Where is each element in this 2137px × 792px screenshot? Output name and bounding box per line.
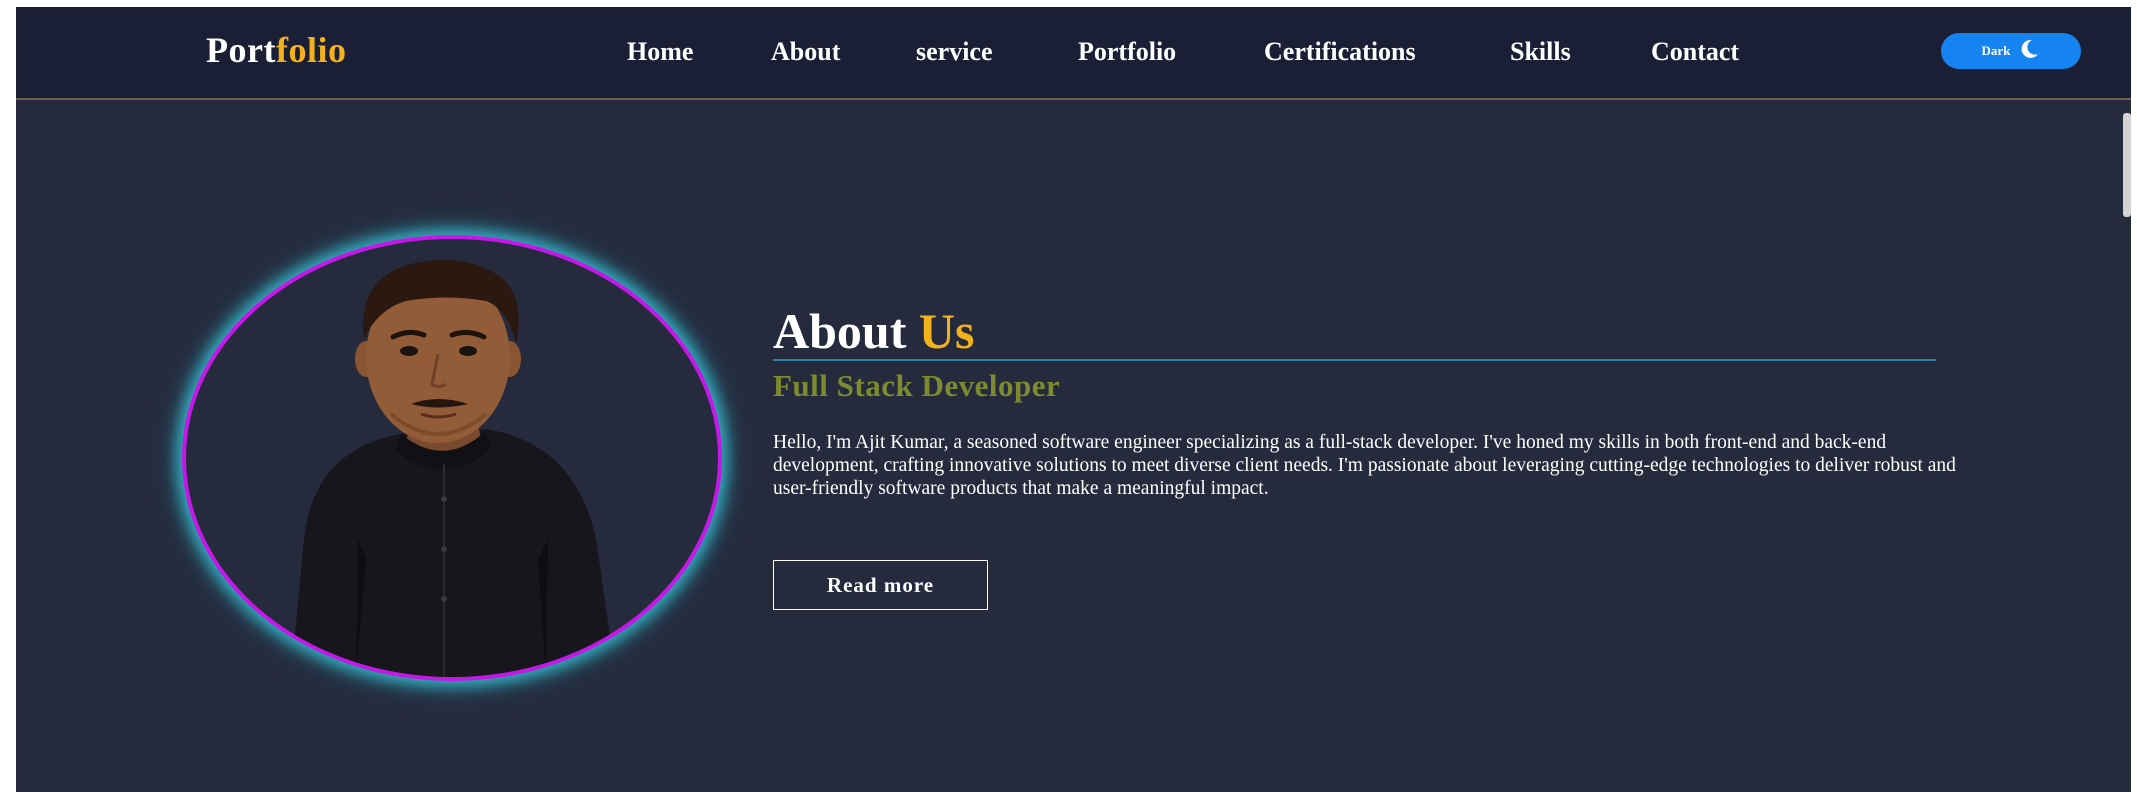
about-title-accent-word: Us — [918, 303, 975, 359]
about-bio: Hello, I'm Ajit Kumar, a seasoned softwa… — [773, 432, 1956, 499]
about-subtitle: Full Stack Developer — [773, 368, 1061, 403]
nav-link-certifications[interactable]: Certifications — [1264, 37, 1416, 67]
profile-photo — [182, 235, 722, 681]
title-divider — [773, 359, 1936, 361]
dark-mode-toggle[interactable]: Dark — [1941, 33, 2081, 69]
about-title-word: About — [773, 303, 907, 359]
nav-link-about[interactable]: About — [771, 37, 840, 67]
dark-mode-label: Dark — [1981, 43, 2011, 58]
logo-text-port: Port — [206, 30, 276, 70]
logo[interactable]: Portfolio — [206, 29, 346, 71]
scrollbar-thumb[interactable] — [2123, 113, 2131, 217]
navbar: Portfolio Home About service Portfolio C… — [16, 7, 2131, 100]
about-title: About Us — [773, 302, 974, 360]
logo-text-folio: folio — [275, 30, 347, 70]
nav-link-skills[interactable]: Skills — [1510, 37, 1571, 67]
nav-link-home[interactable]: Home — [627, 37, 693, 67]
profile-photo-illustration — [291, 259, 616, 677]
nav-link-service[interactable]: service — [916, 37, 993, 67]
moon-icon — [2018, 38, 2040, 65]
read-more-button[interactable]: Read more — [773, 560, 988, 610]
nav-link-portfolio[interactable]: Portfolio — [1078, 37, 1176, 67]
page-frame: Portfolio Home About service Portfolio C… — [16, 7, 2131, 792]
nav-link-contact[interactable]: Contact — [1651, 37, 1739, 67]
